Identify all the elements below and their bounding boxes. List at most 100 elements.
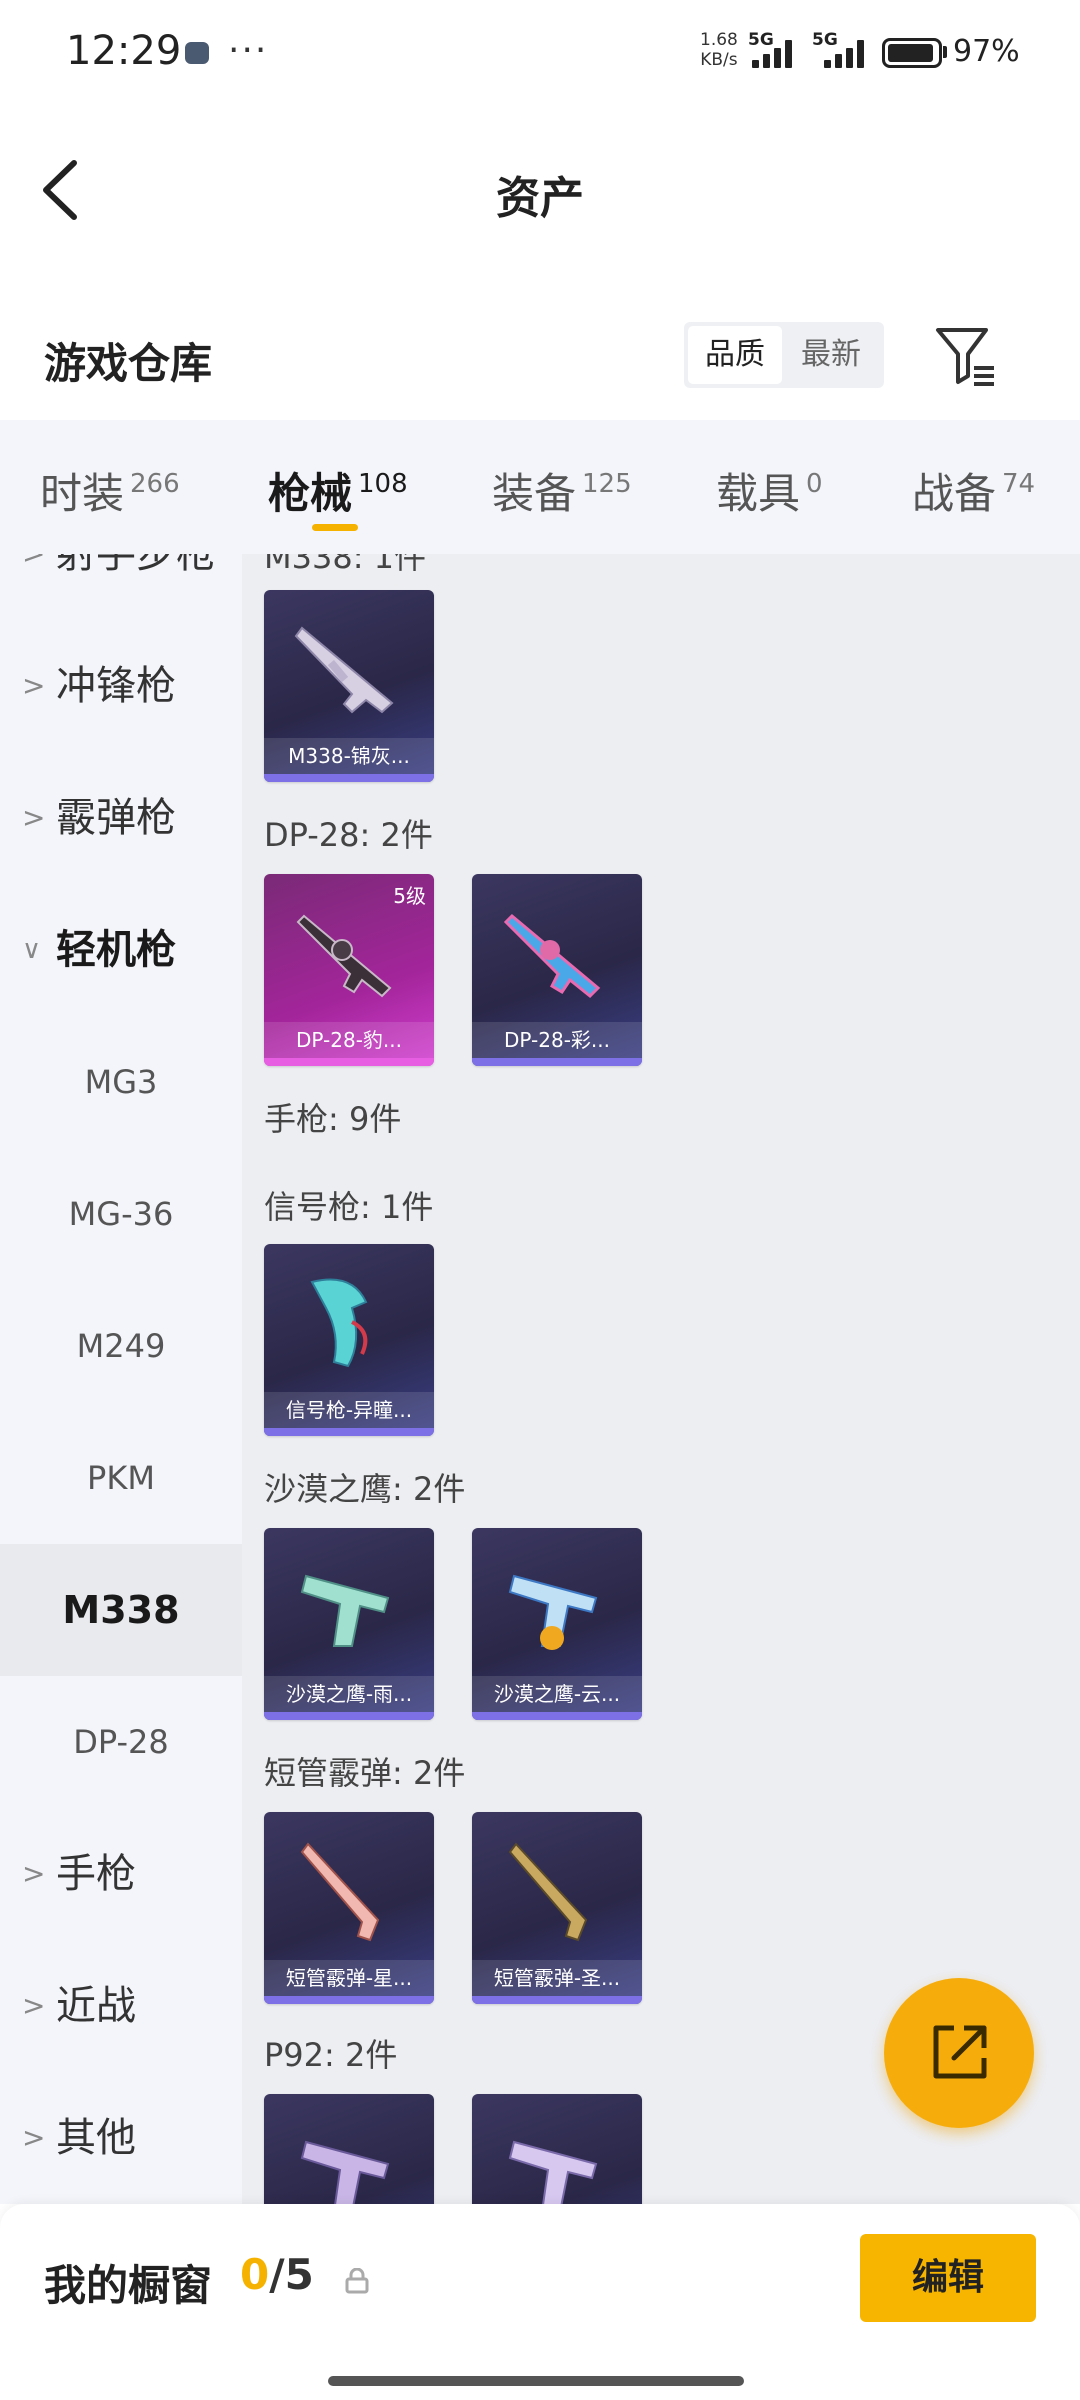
sidebar-item-label: 冲锋枪 [56, 663, 176, 709]
sidebar-item-label: 手枪 [56, 1851, 136, 1897]
network-speed-unit: KB/s [700, 50, 738, 70]
tab-count: 0 [806, 469, 823, 499]
edit-button[interactable]: 编辑 [860, 2234, 1036, 2322]
tab-vehicles[interactable]: 载具 0 [716, 460, 823, 521]
sidebar-item-label: 近战 [56, 1983, 136, 2029]
sidebar-item-label: 其他 [56, 2115, 136, 2161]
weapon-card[interactable]: 短管霰弹-圣... [472, 1812, 642, 2004]
sidebar-item-marksman-rifle[interactable]: > 射手步枪 [0, 554, 242, 620]
tab-combat-gear[interactable]: 战备 74 [912, 460, 1035, 521]
app-notification-icon [185, 42, 209, 64]
weapon-card[interactable]: 信号枪-异瞳... [264, 1244, 434, 1436]
tab-label: 战备 [912, 469, 997, 518]
tab-firearms[interactable]: 枪械 108 [268, 460, 408, 521]
sidebar-item-label: M338 [62, 1588, 180, 1632]
share-button[interactable] [884, 1978, 1034, 2128]
sidebar-item-label: DP-28 [73, 1723, 169, 1761]
machine-gun-icon [296, 914, 392, 998]
tab-equipment[interactable]: 装备 125 [492, 460, 632, 521]
weapon-card[interactable]: DP-28-彩... [472, 874, 642, 1066]
network-speed-value: 1.68 [700, 30, 738, 50]
weapon-category-sidebar: > 射手步枪 > 冲锋枪 > 霰弹枪 ∨ 轻机枪 MG3 MG-36 M249 … [0, 554, 242, 2204]
home-indicator [328, 2376, 744, 2386]
group-title: 信号枪: 1件 [264, 1188, 434, 1226]
group-title: M338: 1件 [264, 554, 427, 576]
showcase-title: 我的橱窗 [44, 2261, 213, 2310]
weapon-card-label: 沙漠之鹰-云... [472, 1676, 642, 1712]
chevron-right-icon: > [22, 554, 45, 620]
sidebar-item-label: M249 [76, 1327, 166, 1365]
category-tabs: 时装 266 枪械 108 装备 125 载具 0 战备 74 [0, 420, 1080, 554]
title-bar: 资产 [0, 100, 1080, 280]
sidebar-item-pistol[interactable]: > 手枪 [0, 1808, 242, 1940]
group-title: 沙漠之鹰: 2件 [264, 1470, 466, 1508]
weapon-card-label: DP-28-豹... [264, 1022, 434, 1058]
sidebar-item-label: 射手步枪 [56, 554, 216, 577]
weapon-card[interactable]: 沙漠之鹰-雨... [264, 1528, 434, 1720]
flare-gun-icon [310, 1278, 368, 1368]
pistol-icon [508, 1574, 598, 1650]
lock-icon [345, 2268, 369, 2294]
weapon-card[interactable] [472, 2094, 642, 2204]
signal-icon [752, 38, 802, 68]
tab-label: 载具 [716, 469, 801, 518]
chevron-right-icon: > [22, 2121, 46, 2154]
tab-count: 266 [130, 469, 180, 499]
filter-icon[interactable] [934, 324, 996, 388]
showcase-current: 0 [240, 2250, 270, 2299]
shotgun-icon [300, 1842, 380, 1942]
sidebar-item-dp28[interactable]: DP-28 [0, 1676, 242, 1808]
sidebar-item-label: PKM [87, 1459, 155, 1497]
battery-percent: 97% [953, 34, 1020, 69]
weapon-card[interactable]: M338-锦灰... [264, 590, 434, 782]
sidebar-item-m249[interactable]: M249 [0, 1280, 242, 1412]
weapon-card[interactable]: 5级 DP-28-豹... [264, 874, 434, 1066]
chevron-right-icon: > [22, 801, 46, 834]
tab-label: 枪械 [268, 469, 353, 518]
pistol-icon [300, 2140, 390, 2204]
weapon-card-label: 信号枪-异瞳... [264, 1392, 434, 1428]
tab-label: 时装 [40, 469, 125, 518]
sidebar-item-melee[interactable]: > 近战 [0, 1940, 242, 2072]
group-title: 短管霰弹: 2件 [264, 1754, 466, 1792]
weapon-card[interactable]: 短管霰弹-星... [264, 1812, 434, 2004]
group-title: P92: 2件 [264, 2036, 398, 2074]
warehouse-header: 游戏仓库 品质 最新 [0, 300, 1080, 420]
weapon-card-label: DP-28-彩... [472, 1022, 642, 1058]
sidebar-item-other[interactable]: > 其他 [0, 2072, 242, 2204]
showcase-separator: / [269, 2250, 285, 2299]
weapon-card[interactable] [264, 2094, 434, 2204]
group-title: DP-28: 2件 [264, 816, 433, 854]
chevron-down-icon: ∨ [22, 935, 42, 965]
chevron-right-icon: > [22, 1857, 46, 1890]
tab-fashion[interactable]: 时装 266 [40, 460, 180, 521]
sidebar-item-pkm[interactable]: PKM [0, 1412, 242, 1544]
sidebar-item-mg36[interactable]: MG-36 [0, 1148, 242, 1280]
weapon-card-label: M338-锦灰... [264, 738, 434, 774]
sidebar-item-lmg[interactable]: ∨ 轻机枪 [0, 884, 242, 1016]
warehouse-title: 游戏仓库 [44, 339, 213, 388]
chevron-right-icon: > [22, 1989, 46, 2022]
weapon-card[interactable]: 沙漠之鹰-云... [472, 1528, 642, 1720]
weapon-card-label: 沙漠之鹰-雨... [264, 1676, 434, 1712]
page-title: 资产 [496, 173, 584, 224]
pistol-icon [508, 2140, 598, 2204]
sidebar-item-shotgun[interactable]: > 霰弹枪 [0, 752, 242, 884]
weapon-card-label: 短管霰弹-圣... [472, 1960, 642, 1996]
shotgun-icon [508, 1842, 588, 1942]
tab-label: 装备 [492, 469, 577, 518]
active-tab-indicator [312, 524, 358, 531]
network-speed: 1.68 KB/s [700, 30, 738, 70]
weapon-card-label: 短管霰弹-星... [264, 1960, 434, 1996]
sidebar-item-label: MG3 [84, 1063, 158, 1101]
sidebar-item-smg[interactable]: > 冲锋枪 [0, 620, 242, 752]
weapon-list: M338: 1件 M338-锦灰... DP-28: 2件 5级 DP-28-豹… [242, 554, 1080, 2204]
sidebar-item-m338[interactable]: M338 [0, 1544, 242, 1676]
sort-newest-button[interactable]: 最新 [784, 326, 878, 384]
sidebar-item-label: 轻机枪 [56, 927, 176, 973]
more-notifications-icon: ··· [228, 30, 269, 71]
rifle-icon [294, 626, 394, 714]
sidebar-item-mg3[interactable]: MG3 [0, 1016, 242, 1148]
tab-count: 125 [582, 469, 632, 499]
sort-quality-button[interactable]: 品质 [688, 326, 782, 384]
